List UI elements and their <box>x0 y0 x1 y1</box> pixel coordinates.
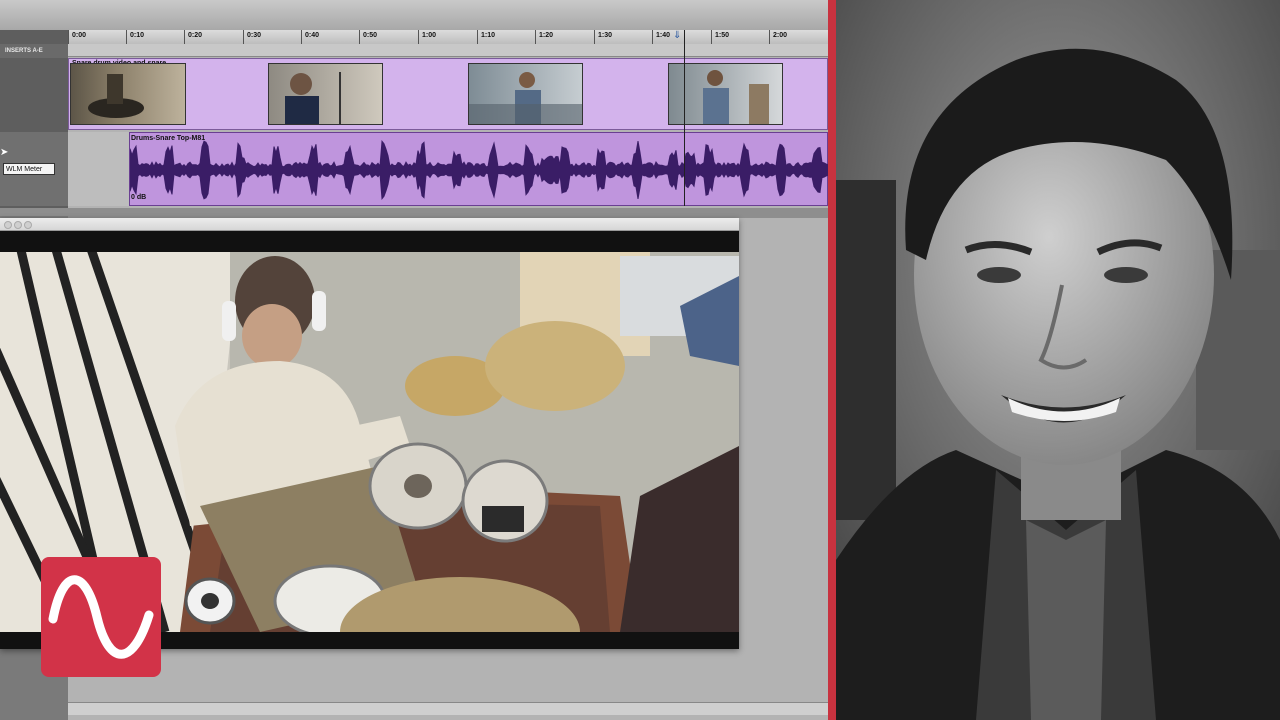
thumbnail-band-image <box>469 72 582 124</box>
ruler-tickmark <box>652 30 653 44</box>
ruler-tick-label: 1:30 <box>598 32 613 39</box>
ruler-tickmark <box>126 30 127 44</box>
waveform <box>130 140 828 200</box>
ruler-tickmark <box>359 30 360 44</box>
ruler-tick-label: 1:20 <box>539 32 554 39</box>
clip-gain-label[interactable]: 0 dB <box>131 194 146 201</box>
presenter-portrait <box>836 0 1280 720</box>
thumbnail-band-image <box>703 70 769 124</box>
ruler-tickmark <box>68 30 69 44</box>
sine-wave-logo-icon <box>41 557 161 677</box>
ruler-tick-label: 1:50 <box>715 32 730 39</box>
window-close-button[interactable] <box>4 221 12 229</box>
track-divider <box>0 208 828 218</box>
ruler-tick-label: 1:40 <box>656 32 671 39</box>
ruler-tickmark <box>418 30 419 44</box>
inserts-header: INSERTS A-E <box>0 44 68 58</box>
playhead-marker-icon[interactable]: ⇓ <box>673 30 681 41</box>
timeline-ruler[interactable]: 0:00 0:10 0:20 0:30 0:40 0:50 1:00 1:10 … <box>68 30 828 45</box>
ruler-tick-label: 0:00 <box>72 32 87 39</box>
ruler-tickmark <box>535 30 536 44</box>
ruler-tick-label: 1:00 <box>422 32 437 39</box>
ruler-tickmark <box>243 30 244 44</box>
ruler-tickmark <box>769 30 770 44</box>
window-zoom-button[interactable] <box>24 221 32 229</box>
video-window-titlebar[interactable] <box>0 218 739 231</box>
insert-plugin-slot[interactable]: WLM Meter <box>3 163 55 175</box>
thumbnail-drum-image <box>88 74 144 118</box>
video-thumbnail <box>70 63 186 125</box>
ruler-tickmark <box>301 30 302 44</box>
video-thumbnail <box>668 63 783 125</box>
toolbar <box>0 0 828 31</box>
audio-clip[interactable] <box>129 132 828 206</box>
ruler-tickmark <box>594 30 595 44</box>
ruler-tick-label: 0:40 <box>305 32 320 39</box>
ruler-tick-label: 0:50 <box>363 32 378 39</box>
ruler-tickmark <box>711 30 712 44</box>
video-thumbnail <box>468 63 583 125</box>
ruler-tickmark <box>184 30 185 44</box>
mouse-cursor-icon: ➤ <box>0 147 9 158</box>
video-thumbnail <box>268 63 383 125</box>
sub-ruler <box>68 44 828 57</box>
ruler-tickmark <box>477 30 478 44</box>
audio-clip-name: Drums-Snare Top-M81 <box>131 135 206 142</box>
waveform-path <box>130 140 828 200</box>
thumbnail-singer-image <box>285 72 341 124</box>
ruler-tick-label: 0:10 <box>130 32 145 39</box>
red-divider-bar <box>828 0 836 720</box>
playhead-line[interactable] <box>684 30 685 206</box>
sine-wave-glyph <box>48 575 154 659</box>
audio-track-empty-area <box>68 132 131 206</box>
ruler-tick-label: 2:00 <box>773 32 788 39</box>
ruler-tick-label: 0:30 <box>247 32 262 39</box>
presenter-photo <box>836 0 1280 720</box>
ruler-tick-label: 1:10 <box>481 32 496 39</box>
ruler-tick-label: 0:20 <box>188 32 203 39</box>
window-minimize-button[interactable] <box>14 221 22 229</box>
horizontal-scrollbar[interactable] <box>68 702 828 715</box>
